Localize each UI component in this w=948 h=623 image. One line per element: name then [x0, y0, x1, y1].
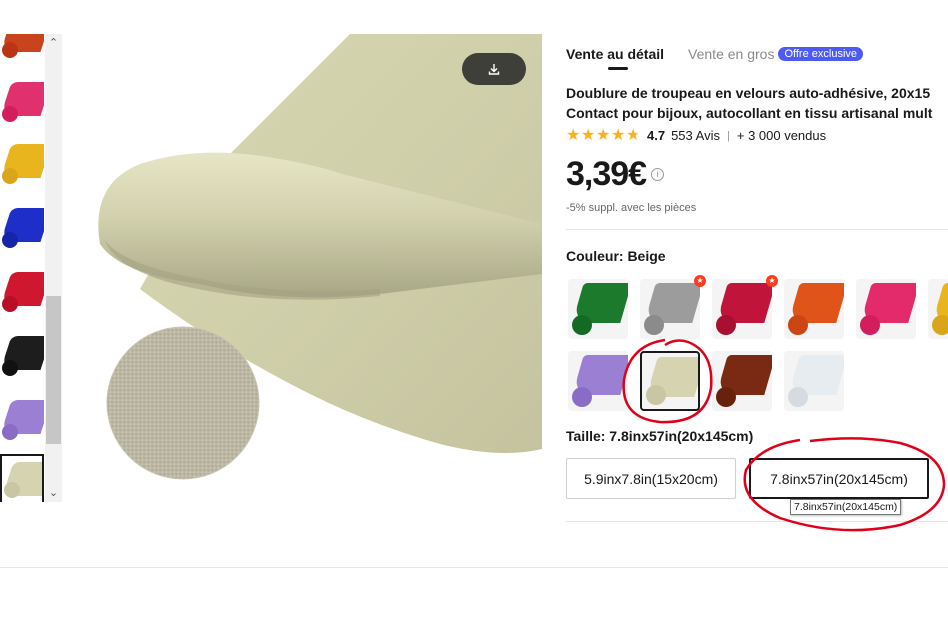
thumbnail-dot	[2, 296, 18, 312]
thumbnail-dot	[2, 168, 18, 184]
color-swatches: ★ ★	[566, 275, 948, 414]
active-tab-indicator	[608, 67, 628, 70]
swatch-dot	[572, 387, 592, 407]
hot-flame-icon: ★	[766, 275, 778, 287]
thumbnail-red[interactable]	[0, 266, 44, 318]
product-title-line-2: Contact pour bijoux, autocollant en tiss…	[566, 105, 933, 121]
rating-value: 4.7	[647, 128, 666, 143]
scroll-up-icon[interactable]: ⌃	[45, 36, 62, 50]
color-swatch-orange[interactable]	[784, 279, 844, 339]
swatch-dot	[788, 315, 808, 335]
thumbnail-orange[interactable]	[0, 34, 44, 64]
swatch-dot	[716, 315, 736, 335]
color-swatch-lavender[interactable]	[568, 351, 628, 411]
color-swatch-crimson[interactable]	[712, 279, 772, 339]
swatch-dot	[646, 385, 666, 405]
discount-note: -5% suppl. avec les pièces	[566, 202, 697, 214]
tab-retail[interactable]: Vente au détail	[566, 46, 665, 70]
color-swatch-white[interactable]	[784, 351, 844, 411]
thumbnail-dot	[2, 360, 18, 376]
divider	[566, 229, 948, 230]
swatch-dot	[644, 315, 664, 335]
divider	[566, 521, 948, 522]
half-star-icon: ★	[626, 127, 641, 144]
separator: |	[727, 129, 730, 142]
thumbnail-black[interactable]	[0, 330, 44, 382]
scroll-down-icon[interactable]: ⌄	[45, 486, 62, 500]
star-icon: ★	[581, 127, 596, 144]
scrollbar-thumb[interactable]	[46, 296, 61, 444]
thumbnail-dot	[2, 232, 18, 248]
color-swatch-green[interactable]	[568, 279, 628, 339]
size-option-20x145[interactable]: 7.8inx57in(20x145cm)	[749, 458, 929, 499]
exclusive-offer-badge: Offre exclusive	[778, 47, 864, 61]
thumbnail-list[interactable]	[0, 34, 44, 502]
star-icon: ★	[596, 127, 611, 144]
size-label: Taille: 7.8inx57in(20x145cm)	[566, 428, 754, 444]
tab-wholesale-label: Vente en gros	[688, 46, 775, 62]
size-option-label: 7.8inx57in(20x145cm)	[770, 470, 908, 487]
download-icon	[488, 64, 500, 75]
thumbnail-dot	[2, 424, 18, 440]
thumbnail-blue[interactable]	[0, 202, 44, 254]
reviews-link[interactable]: 553 Avis	[671, 128, 720, 143]
star-icon: ★	[611, 127, 626, 144]
color-swatch-grey[interactable]	[640, 279, 700, 339]
color-swatch-yellow[interactable]	[928, 279, 948, 339]
tab-wholesale[interactable]: Vente en gros	[688, 46, 774, 62]
main-product-image	[80, 34, 542, 502]
thumbnail-beige[interactable]	[0, 454, 44, 502]
thumbnail-yellow[interactable]	[0, 138, 44, 190]
color-swatch-pink[interactable]	[856, 279, 916, 339]
info-icon[interactable]: i	[651, 168, 665, 181]
thumbnail-lavender[interactable]	[0, 394, 44, 446]
swatch-dot	[788, 387, 808, 407]
size-option-label: 5.9inx7.8in(15x20cm)	[584, 470, 718, 487]
hot-flame-icon: ★	[694, 275, 706, 287]
page-divider	[0, 567, 948, 568]
thumbnail-dot	[2, 106, 18, 122]
tab-retail-label: Vente au détail	[566, 46, 665, 62]
download-button[interactable]	[462, 53, 526, 85]
product-title-line-1: Doublure de troupeau en velours auto-adh…	[566, 85, 931, 101]
color-label: Couleur: Beige	[566, 248, 666, 264]
sale-type-tabs: Vente au détail Vente en gros Offre excl…	[566, 46, 864, 70]
size-tooltip: 7.8inx57in(20x145cm)	[790, 499, 902, 515]
star-rating: ★ ★ ★ ★ ★	[566, 127, 641, 144]
color-swatch-beige[interactable]	[640, 351, 700, 411]
sold-count: + 3 000 vendus	[736, 128, 827, 143]
swatch-dot	[572, 315, 592, 335]
swatch-dot	[932, 315, 948, 335]
thumbnail-dot	[4, 482, 20, 498]
color-swatch-brown[interactable]	[712, 351, 772, 411]
star-icon: ★	[566, 127, 581, 144]
price-row: 3,39€ i	[566, 155, 665, 194]
product-title: Doublure de troupeau en velours auto-adh…	[566, 83, 948, 123]
price: 3,39€	[566, 155, 647, 193]
rating-row: ★ ★ ★ ★ ★ 4.7 553 Avis | + 3 000 vendus	[566, 127, 827, 144]
thumbnail-rose[interactable]	[0, 76, 44, 128]
swatch-dot	[716, 387, 736, 407]
thumbnail-dot	[2, 42, 18, 58]
swatch-dot	[860, 315, 880, 335]
thumbnail-scrollbar[interactable]: ⌃ ⌄	[45, 34, 62, 502]
size-option-15x20[interactable]: 5.9inx7.8in(15x20cm)	[566, 458, 736, 499]
